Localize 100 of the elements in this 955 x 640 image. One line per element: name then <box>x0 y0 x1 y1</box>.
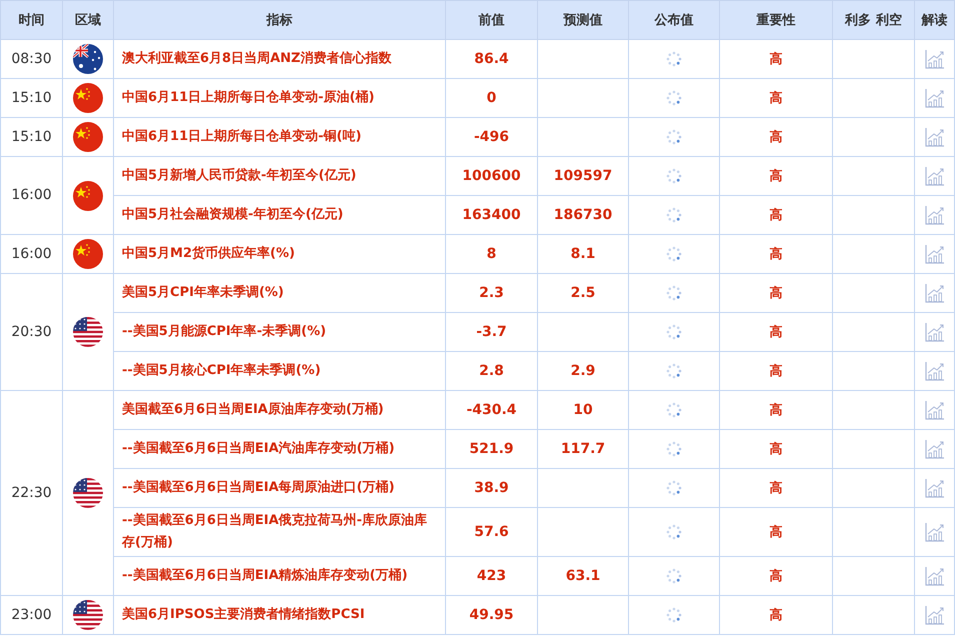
chart-icon[interactable] <box>924 322 944 342</box>
loading-icon <box>666 480 682 496</box>
forecast-value-cell: 109597 <box>538 156 628 196</box>
column-header: 指标 <box>114 0 446 40</box>
forecast-value-cell: 10 <box>538 390 628 430</box>
flag-icon <box>73 478 103 508</box>
indicator-cell: 美国5月CPI年率未季调(%) <box>114 274 446 312</box>
indicator-cell: 美国截至6月6日当周EIA原油库存变动(万桶) <box>114 390 446 430</box>
importance-cell: 高 <box>720 430 832 468</box>
previous-value-cell: 100600 <box>446 156 538 196</box>
loading-icon <box>666 324 682 340</box>
chart-icon[interactable] <box>924 361 944 381</box>
chart-icon[interactable] <box>924 283 944 303</box>
chart-icon[interactable] <box>924 566 944 586</box>
loading-icon <box>666 51 682 67</box>
indicator-cell: 美国6月IPSOS主要消费者情绪指数PCSI <box>114 596 446 634</box>
importance-cell: 高 <box>720 390 832 430</box>
importance-cell: 高 <box>720 352 832 390</box>
previous-value-cell: 49.95 <box>446 596 538 634</box>
chart-icon[interactable] <box>924 49 944 69</box>
loading-icon <box>666 607 682 623</box>
indicator-cell: 中国6月11日上期所每日仓单变动-铜(吨) <box>114 118 446 156</box>
column-header: 前值 <box>446 0 538 40</box>
flag-icon <box>73 44 103 74</box>
forecast-value-cell: 8.1 <box>538 234 628 274</box>
importance-cell: 高 <box>720 596 832 634</box>
importance-cell: 高 <box>720 156 832 196</box>
flag-icon <box>73 317 103 347</box>
previous-value-cell: -3.7 <box>446 312 538 352</box>
forecast-value-cell: 63.1 <box>538 556 628 596</box>
chart-icon[interactable] <box>924 244 944 264</box>
loading-icon <box>666 246 682 262</box>
column-header: 区域 <box>62 0 114 40</box>
indicator-cell: 中国5月M2货币供应年率(%) <box>114 234 446 274</box>
flag-icon <box>73 600 103 630</box>
previous-value-cell: 86.4 <box>446 40 538 78</box>
forecast-value-cell: 186730 <box>538 196 628 234</box>
time-cell: 23:00 <box>0 596 62 634</box>
loading-icon <box>666 402 682 418</box>
previous-value-cell: -496 <box>446 118 538 156</box>
flag-icon <box>73 122 103 152</box>
time-cell: 15:10 <box>0 118 62 156</box>
importance-cell: 高 <box>720 234 832 274</box>
previous-value-cell: -430.4 <box>446 390 538 430</box>
indicator-cell: --美国截至6月6日当周EIA汽油库存变动(万桶) <box>114 430 446 468</box>
column-header: 重要性 <box>720 0 832 40</box>
loading-icon <box>666 285 682 301</box>
loading-icon <box>666 363 682 379</box>
forecast-value-cell: 2.9 <box>538 352 628 390</box>
previous-value-cell: 57.6 <box>446 508 538 556</box>
time-cell: 20:30 <box>0 274 62 390</box>
importance-cell: 高 <box>720 556 832 596</box>
indicator-cell: 中国6月11日上期所每日仓单变动-原油(桶) <box>114 78 446 118</box>
importance-cell: 高 <box>720 196 832 234</box>
time-cell: 22:30 <box>0 390 62 596</box>
indicator-cell: --美国截至6月6日当周EIA精炼油库存变动(万桶) <box>114 556 446 596</box>
flag-icon <box>73 83 103 113</box>
loading-icon <box>666 524 682 540</box>
indicator-cell: --美国截至6月6日当周EIA俄克拉荷马州-库欣原油库存(万桶) <box>114 508 446 556</box>
indicator-cell: --美国截至6月6日当周EIA每周原油进口(万桶) <box>114 468 446 508</box>
importance-cell: 高 <box>720 40 832 78</box>
chart-icon[interactable] <box>924 127 944 147</box>
chart-icon[interactable] <box>924 522 944 542</box>
flag-icon <box>73 239 103 269</box>
loading-icon <box>666 129 682 145</box>
previous-value-cell: 0 <box>446 78 538 118</box>
importance-cell: 高 <box>720 118 832 156</box>
column-header: 解读 <box>914 0 954 40</box>
previous-value-cell: 8 <box>446 234 538 274</box>
chart-icon[interactable] <box>924 400 944 420</box>
loading-icon <box>666 168 682 184</box>
indicator-cell: --美国5月核心CPI年率未季调(%) <box>114 352 446 390</box>
importance-cell: 高 <box>720 78 832 118</box>
chart-icon[interactable] <box>924 478 944 498</box>
time-cell: 15:10 <box>0 78 62 118</box>
loading-icon <box>666 90 682 106</box>
forecast-value-cell: 117.7 <box>538 430 628 468</box>
importance-cell: 高 <box>720 274 832 312</box>
chart-icon[interactable] <box>924 88 944 108</box>
time-cell: 08:30 <box>0 40 62 78</box>
chart-icon[interactable] <box>924 205 944 225</box>
importance-cell: 高 <box>720 312 832 352</box>
time-cell: 16:00 <box>0 156 62 234</box>
importance-cell: 高 <box>720 508 832 556</box>
previous-value-cell: 163400 <box>446 196 538 234</box>
previous-value-cell: 38.9 <box>446 468 538 508</box>
indicator-cell: 澳大利亚截至6月8日当周ANZ消费者信心指数 <box>114 40 446 78</box>
loading-icon <box>666 441 682 457</box>
indicator-cell: 中国5月新增人民币贷款-年初至今(亿元) <box>114 156 446 196</box>
previous-value-cell: 2.8 <box>446 352 538 390</box>
column-header: 预测值 <box>538 0 628 40</box>
chart-icon[interactable] <box>924 605 944 625</box>
chart-icon[interactable] <box>924 439 944 459</box>
column-header: 时间 <box>0 0 62 40</box>
indicator-cell: 中国5月社会融资规模-年初至今(亿元) <box>114 196 446 234</box>
importance-cell: 高 <box>720 468 832 508</box>
indicator-cell: --美国5月能源CPI年率-未季调(%) <box>114 312 446 352</box>
previous-value-cell: 521.9 <box>446 430 538 468</box>
previous-value-cell: 2.3 <box>446 274 538 312</box>
chart-icon[interactable] <box>924 166 944 186</box>
